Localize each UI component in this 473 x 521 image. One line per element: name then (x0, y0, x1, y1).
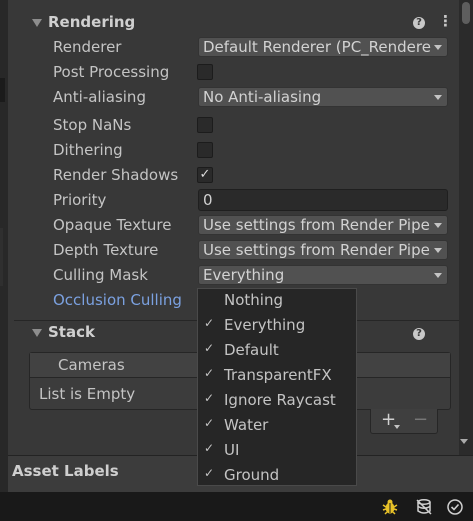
render-shadows-label: Render Shadows (53, 166, 179, 184)
post-processing-checkbox[interactable] (197, 64, 213, 80)
renderer-label: Renderer (53, 38, 122, 56)
checkmark-icon: ✓ (204, 366, 215, 380)
stop-nans-checkbox[interactable] (197, 117, 213, 133)
cache-server-icon[interactable] (415, 498, 433, 516)
menu-item-water[interactable]: ✓ Water (198, 414, 356, 439)
checkmark-icon: ✓ (204, 416, 215, 430)
anti-aliasing-value: No Anti-aliasing (203, 88, 322, 106)
anti-aliasing-dropdown[interactable]: No Anti-aliasing (198, 87, 448, 107)
renderer-dropdown[interactable]: Default Renderer (PC_Renderer) (198, 37, 448, 57)
checkmark-icon: ✓ (204, 316, 215, 330)
foldout-expanded-icon[interactable] (32, 19, 42, 27)
menu-item-label: Default (224, 341, 279, 359)
foldout-expanded-icon[interactable] (32, 329, 42, 337)
menu-item-transparentfx[interactable]: ✓ TransparentFX (198, 364, 356, 389)
depth-texture-dropdown[interactable]: Use settings from Render Pipeline (198, 240, 448, 260)
menu-item-nothing[interactable]: Nothing (198, 289, 356, 314)
rendering-section-title: Rendering (48, 13, 136, 31)
left-panel-marker (0, 228, 3, 286)
checkmark-icon: ✓ (204, 341, 215, 355)
menu-item-label: TransparentFX (224, 366, 332, 384)
post-processing-label: Post Processing (53, 63, 170, 81)
menu-item-everything[interactable]: ✓ Everything (198, 314, 356, 339)
vertical-scrollbar[interactable] (459, 0, 473, 455)
depth-texture-value: Use settings from Render Pipeline (203, 241, 431, 259)
checkmark-icon: ✓ (204, 391, 215, 405)
rendering-section-header[interactable]: Rendering (8, 11, 459, 35)
left-panel-edge (0, 0, 8, 492)
depth-texture-label: Depth Texture (53, 241, 159, 259)
menu-item-label: Ignore Raycast (224, 391, 336, 409)
menu-item-label: Everything (224, 316, 306, 334)
culling-mask-label: Culling Mask (53, 266, 148, 284)
kebab-icon[interactable]: ⋮ (438, 12, 453, 30)
status-bar (0, 492, 473, 521)
occlusion-culling-label: Occlusion Culling (53, 291, 182, 309)
menu-item-ui[interactable]: ✓ UI (198, 439, 356, 464)
scrollbar-thumb[interactable] (462, 2, 470, 24)
priority-value: 0 (203, 191, 213, 209)
menu-item-label: UI (224, 441, 240, 459)
dithering-checkbox[interactable] (197, 142, 213, 158)
stack-section-title: Stack (48, 323, 95, 341)
list-empty-text: List is Empty (39, 385, 136, 403)
remove-camera-button[interactable]: − (413, 409, 428, 430)
cameras-list-title: Cameras (58, 356, 125, 374)
chevron-down-icon (434, 223, 442, 228)
menu-item-ground[interactable]: ✓ Ground (198, 464, 356, 489)
opaque-texture-value: Use settings from Render Pipeline (203, 216, 431, 234)
opaque-texture-dropdown[interactable]: Use settings from Render Pipeline (198, 215, 448, 235)
asset-labels-title: Asset Labels (12, 462, 119, 480)
stop-nans-label: Stop NaNs (53, 116, 132, 134)
menu-item-label: Water (224, 416, 269, 434)
render-shadows-checkbox[interactable]: ✓ (197, 167, 213, 183)
opaque-texture-label: Opaque Texture (53, 216, 172, 234)
help-icon[interactable]: ? (413, 328, 425, 340)
help-icon[interactable]: ? (413, 17, 425, 29)
culling-mask-value: Everything (203, 266, 285, 284)
chevron-down-icon (434, 273, 442, 278)
culling-mask-menu: Nothing ✓ Everything ✓ Default ✓ Transpa… (197, 288, 357, 486)
check-circle-icon[interactable] (446, 498, 464, 516)
menu-item-label: Ground (224, 466, 280, 484)
dithering-label: Dithering (53, 141, 123, 159)
culling-mask-dropdown[interactable]: Everything (198, 265, 448, 285)
priority-input[interactable]: 0 (198, 189, 448, 211)
menu-item-ignore-raycast[interactable]: ✓ Ignore Raycast (198, 389, 356, 414)
chevron-down-icon (434, 45, 442, 50)
anti-aliasing-label: Anti-aliasing (53, 88, 146, 106)
add-dropdown-arrow-icon[interactable] (394, 425, 400, 429)
bug-icon[interactable] (381, 498, 399, 516)
scroll-down-arrow-icon[interactable] (460, 439, 468, 444)
chevron-down-icon (434, 95, 442, 100)
left-panel-marker (0, 78, 5, 102)
menu-item-default[interactable]: ✓ Default (198, 339, 356, 364)
chevron-down-icon (434, 248, 442, 253)
checkmark-icon: ✓ (204, 441, 215, 455)
list-controls: + − (370, 409, 438, 434)
checkmark-icon: ✓ (204, 466, 215, 480)
priority-label: Priority (53, 191, 107, 209)
renderer-value: Default Renderer (PC_Renderer) (203, 38, 431, 56)
menu-item-label: Nothing (224, 291, 283, 309)
